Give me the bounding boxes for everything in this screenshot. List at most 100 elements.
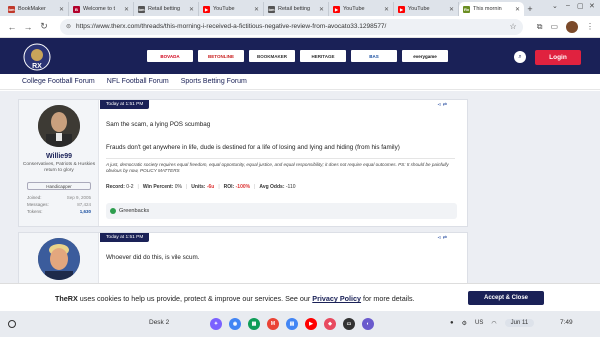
user-panel: Willie99 Conservatives, Patriots & Huski… xyxy=(19,100,99,226)
address-bar[interactable]: ⊜ https://www.therx.com/threads/this-mor… xyxy=(60,18,523,35)
site-info-icon[interactable]: ⊜ xyxy=(66,23,71,30)
sponsor-everygame[interactable]: everygame xyxy=(402,50,448,62)
close-tab-icon[interactable]: ✕ xyxy=(254,6,259,13)
shelf-apps: ✦ ◉ ▦ M ▤ ▶ ◆ ▭ ◐ xyxy=(210,318,374,330)
reaction-label: Greenbacks xyxy=(119,208,150,214)
minimize-icon[interactable]: – xyxy=(566,2,570,9)
svg-text:RX: RX xyxy=(32,63,42,70)
browser-tab[interactable]: bm BookMaker ✕ xyxy=(4,2,69,16)
site-logo-icon[interactable]: RX xyxy=(22,42,52,72)
os-shelf: Desk 2 ✦ ◉ ▦ M ▤ ▶ ◆ ▭ ◐ ● ⚙ US ◠ Jun 11… xyxy=(0,311,600,337)
reload-icon[interactable]: ↻ xyxy=(38,21,50,32)
sponsor-betonline[interactable]: BETONLINE xyxy=(198,50,244,62)
avatar[interactable] xyxy=(38,105,80,147)
tab-label: YouTube xyxy=(343,6,365,12)
browser-tab[interactable]: ▶ YouTube ✕ xyxy=(394,2,459,16)
thread-area: Willie99 Conservatives, Patriots & Huski… xyxy=(0,91,600,283)
search-icon[interactable]: ⌕ xyxy=(514,51,526,63)
close-tab-icon[interactable]: ✕ xyxy=(449,6,454,13)
avatar[interactable] xyxy=(38,238,80,280)
desk-switcher[interactable]: Desk 2 xyxy=(149,319,169,326)
mic-icon: ● xyxy=(450,320,454,326)
stat-joined: Joined: Sep 9, 2005 xyxy=(27,195,91,200)
signature: A just, democratic society requires equa… xyxy=(106,162,449,173)
accept-cookies-button[interactable]: Accept & Close xyxy=(468,291,544,305)
post-date[interactable]: Today at 1:51 PM xyxy=(100,233,150,242)
forum-nav: College Football Forum NFL Football Foru… xyxy=(0,74,600,90)
post-text: Frauds don't get anywhere in life, dude … xyxy=(106,144,400,151)
chrome-icon[interactable]: ◉ xyxy=(229,318,241,330)
stat-tokens: Tokens: 1,630 xyxy=(27,209,91,214)
url-text: https://www.therx.com/threads/this-morni… xyxy=(76,23,387,30)
tab-favicon-icon: Rx xyxy=(463,5,470,13)
tab-favicon-icon: bm xyxy=(268,5,275,13)
nav-nfl-football[interactable]: NFL Football Forum xyxy=(107,78,169,85)
post: Willie99 Conservatives, Patriots & Huski… xyxy=(18,99,468,227)
sponsor-heritage[interactable]: HERITAGE xyxy=(300,50,346,62)
youtube-icon[interactable]: ▶ xyxy=(305,318,317,330)
privacy-policy-link[interactable]: Privacy Policy xyxy=(312,294,361,303)
apps-icon[interactable]: ▦ xyxy=(248,318,260,330)
username[interactable]: Willie99 xyxy=(19,153,99,160)
post-date[interactable]: Today at 1:51 PM xyxy=(100,100,150,109)
sponsor-bas[interactable]: BAS xyxy=(351,50,397,62)
tab-search-icon[interactable]: ⌄ xyxy=(552,2,558,10)
nav-sports-betting[interactable]: Sports Betting Forum xyxy=(181,78,247,85)
reaction-bar[interactable]: Greenbacks xyxy=(106,203,457,219)
browser-tab-active[interactable]: Rx This mornin ✕ xyxy=(459,2,524,16)
side-panel-icon[interactable]: ▭ xyxy=(550,22,558,31)
tab-label: YouTube xyxy=(408,6,430,12)
menu-kebab-icon[interactable]: ⋮ xyxy=(586,22,594,31)
sponsor-bar: BOVADA BETONLINE BOOKMAKER HERITAGE BAS … xyxy=(147,50,448,62)
browser-tab[interactable]: bm Retail betting ✕ xyxy=(264,2,329,16)
browser-tab[interactable]: ▶ YouTube ✕ xyxy=(329,2,394,16)
nav-college-football[interactable]: College Football Forum xyxy=(22,78,95,85)
back-icon[interactable]: ← xyxy=(6,22,18,32)
wifi-icon: ◠ xyxy=(491,320,497,327)
date-label: Jun 11 xyxy=(504,319,535,327)
browser-tabstrip: bm BookMaker ✕ B Welcome to t ✕ bm Retail bet… xyxy=(0,0,600,16)
close-tab-icon[interactable]: ✕ xyxy=(59,6,64,13)
maximize-icon[interactable]: ▢ xyxy=(577,2,584,10)
browser-tab[interactable]: ▶ YouTube ✕ xyxy=(199,2,264,16)
user-panel xyxy=(19,233,99,283)
assistant-icon[interactable]: ✦ xyxy=(210,318,222,330)
launcher-icon[interactable] xyxy=(8,320,16,328)
browser-tab[interactable]: B Welcome to t ✕ xyxy=(69,2,134,16)
sponsor-bovada[interactable]: BOVADA xyxy=(147,50,193,62)
extensions-icon[interactable]: ⧉ xyxy=(537,22,543,32)
media-icon[interactable]: ◐ xyxy=(362,318,374,330)
close-window-icon[interactable]: ✕ xyxy=(589,2,595,10)
share-icon[interactable]: ⋖ ⇄ xyxy=(437,235,447,241)
tab-favicon-icon: ▶ xyxy=(333,5,340,13)
post-text: Whoever did do this, is vile scum. xyxy=(106,254,200,261)
tab-favicon-icon: ▶ xyxy=(203,5,210,13)
cookie-banner: TheRX uses cookies to help us provide, p… xyxy=(0,283,600,311)
status-tray[interactable]: ● ⚙ US ◠ Jun 11 xyxy=(450,319,535,327)
login-button[interactable]: Login xyxy=(535,50,581,65)
avatar[interactable] xyxy=(566,20,578,33)
region-label: US xyxy=(475,320,484,326)
docs-icon[interactable]: ▤ xyxy=(286,318,298,330)
forward-icon[interactable]: → xyxy=(22,22,34,32)
tv-icon[interactable]: ▭ xyxy=(343,318,355,330)
gmail-icon[interactable]: M xyxy=(267,318,279,330)
tab-label: Retail betting xyxy=(278,6,311,12)
tab-favicon-icon: bm xyxy=(8,5,15,13)
new-tab-icon[interactable]: + xyxy=(524,2,536,16)
close-tab-icon[interactable]: ✕ xyxy=(384,6,389,13)
close-tab-icon[interactable]: ✕ xyxy=(189,6,194,13)
close-tab-icon[interactable]: ✕ xyxy=(319,6,324,13)
share-icon[interactable]: ⋖ ⇄ xyxy=(437,102,447,108)
app-icon[interactable]: ◆ xyxy=(324,318,336,330)
user-photo-icon xyxy=(38,105,80,147)
bookmark-star-icon[interactable]: ☆ xyxy=(510,22,517,31)
close-tab-icon[interactable]: ✕ xyxy=(515,6,520,13)
clock[interactable]: 7:49 xyxy=(560,319,573,326)
user-title: Conservatives, Patriots & Huskies return… xyxy=(22,162,96,173)
sponsor-bookmaker[interactable]: BOOKMAKER xyxy=(249,50,295,62)
settings-icon: ⚙ xyxy=(461,320,468,327)
browser-tab[interactable]: bm Retail betting ✕ xyxy=(134,2,199,16)
post: Today at 1:51 PM ⋖ ⇄ Whoever did do this… xyxy=(18,232,468,283)
close-tab-icon[interactable]: ✕ xyxy=(124,6,129,13)
